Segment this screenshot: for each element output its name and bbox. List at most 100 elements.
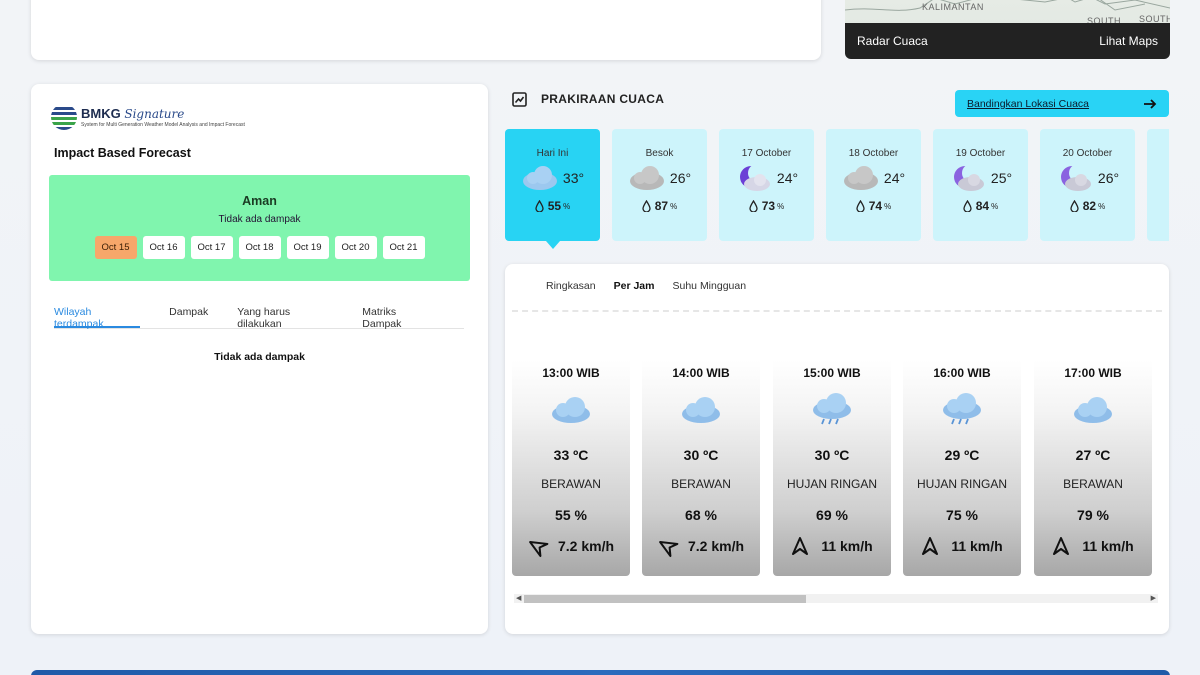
divider bbox=[512, 310, 1162, 312]
hour-card[interactable]: 15:00 WIB 30 ºC HUJAN RINGAN 69 % 11 km/… bbox=[773, 360, 891, 576]
day-humidity: 74 bbox=[868, 199, 883, 213]
top-panel bbox=[31, 0, 821, 60]
cloud-icon bbox=[552, 397, 590, 423]
day-card-today[interactable]: Hari Ini 33° 55% bbox=[505, 129, 600, 249]
day-temp: 25° bbox=[990, 170, 1013, 186]
humidity-unit: % bbox=[670, 201, 678, 211]
arrow-right-icon bbox=[1144, 98, 1157, 109]
hourly-tabs: Ringkasan Per Jam Suhu Mingguan bbox=[546, 280, 764, 292]
day-temp: 24° bbox=[883, 170, 906, 186]
day-card-oct17[interactable]: 17 October 24° 73% bbox=[719, 129, 814, 241]
rain-cloud-icon bbox=[813, 393, 851, 425]
scroll-right-icon[interactable]: ▶ bbox=[1151, 594, 1156, 602]
hour-card[interactable]: 17:00 WIB 27 ºC BERAWAN 79 % 11 km/h bbox=[1034, 360, 1152, 576]
horizontal-scrollbar[interactable]: ◀ ▶ bbox=[514, 594, 1158, 603]
ibf-title: Impact Based Forecast bbox=[54, 146, 191, 160]
day-humidity: 82 bbox=[1082, 199, 1097, 213]
tab-impact-matrix[interactable]: Matriks Dampak bbox=[362, 306, 435, 330]
date-chip-oct20[interactable]: Oct 20 bbox=[334, 236, 377, 259]
cloud-icon bbox=[522, 166, 557, 190]
day-label: 20 October bbox=[1062, 148, 1113, 159]
date-chip-oct18[interactable]: Oct 18 bbox=[238, 236, 281, 259]
day-label: 19 October bbox=[955, 148, 1006, 159]
hour-condition: BERAWAN bbox=[671, 477, 731, 491]
hour-condition: HUJAN RINGAN bbox=[916, 477, 1007, 491]
hour-wind: 7.2 km/h bbox=[687, 538, 745, 554]
hour-condition: BERAWAN bbox=[1063, 477, 1123, 491]
hour-wind: 7.2 km/h bbox=[557, 538, 615, 554]
cloud-icon bbox=[682, 397, 720, 423]
radar-label[interactable]: Radar Cuaca bbox=[857, 34, 928, 48]
day-label: Hari Ini bbox=[536, 148, 569, 159]
day-temp: 26° bbox=[1097, 170, 1120, 186]
radar-map[interactable]: KALIMANTAN SOUTH SOUTH Radar Cuaca Lihat… bbox=[845, 0, 1170, 59]
scroll-left-icon[interactable]: ◀ bbox=[516, 594, 521, 602]
humidity-unit: % bbox=[563, 201, 571, 211]
tab-summary[interactable]: Ringkasan bbox=[546, 280, 596, 292]
humidity-unit: % bbox=[1098, 201, 1106, 211]
hour-condition: BERAWAN bbox=[541, 477, 601, 491]
hour-card[interactable]: 16:00 WIB 29 ºC HUJAN RINGAN 75 % 11 km/… bbox=[903, 360, 1021, 576]
status-subtitle: Tidak ada dampak bbox=[218, 214, 301, 225]
view-maps-link[interactable]: Lihat Maps bbox=[1099, 34, 1158, 48]
date-chip-oct19[interactable]: Oct 19 bbox=[286, 236, 329, 259]
wind-direction-icon bbox=[659, 541, 679, 558]
date-selector: Oct 15 Oct 16 Oct 17 Oct 18 Oct 19 Oct 2… bbox=[49, 236, 470, 259]
moon-cloud-icon bbox=[953, 164, 984, 191]
day-card-oct20[interactable]: 20 October 26° 82% bbox=[1040, 129, 1135, 241]
day-card-tomorrow[interactable]: Besok 26° 87% bbox=[612, 129, 707, 241]
humidity-unit: % bbox=[991, 201, 999, 211]
hour-temp: 33 ºC bbox=[553, 447, 589, 463]
humidity-unit: % bbox=[777, 201, 785, 211]
tab-per-hour[interactable]: Per Jam bbox=[614, 280, 655, 292]
tab-what-to-do[interactable]: Yang harus dilakukan bbox=[237, 306, 333, 330]
hour-temp: 29 ºC bbox=[944, 447, 980, 463]
forecast-title: PRAKIRAAN CUACA bbox=[541, 92, 665, 106]
tab-impact[interactable]: Dampak bbox=[169, 306, 208, 328]
moon-cloud-icon bbox=[1060, 164, 1091, 191]
rain-cloud-icon bbox=[943, 393, 981, 425]
day-card-partial[interactable]: 2 bbox=[1147, 129, 1169, 241]
day-temp: 24° bbox=[776, 170, 799, 186]
day-card-oct19[interactable]: 19 October 25° 84% bbox=[933, 129, 1028, 241]
logo-script: Signature bbox=[124, 107, 185, 121]
hour-card[interactable]: 13:00 WIB 33 ºC BERAWAN 55 % 7.2 km/h bbox=[512, 360, 630, 576]
bmkg-logo: BMKG Signature System for Multi Generati… bbox=[51, 104, 245, 130]
impact-status-box: Aman Tidak ada dampak Oct 15 Oct 16 Oct … bbox=[49, 175, 470, 281]
daily-forecast-strip: Hari Ini 33° 55% Besok 26° 87% 17 Octobe… bbox=[505, 129, 1169, 249]
ibf-tabs: Wilayah terdampak Dampak Yang harus dila… bbox=[54, 306, 464, 330]
tab-weekly-temp[interactable]: Suhu Mingguan bbox=[673, 280, 747, 292]
hour-time: 16:00 WIB bbox=[933, 366, 991, 380]
day-label: Besok bbox=[645, 148, 674, 159]
day-label: 17 October bbox=[741, 148, 792, 159]
scroll-thumb[interactable] bbox=[524, 595, 806, 603]
tab-affected-area[interactable]: Wilayah terdampak bbox=[54, 306, 141, 330]
hour-humidity: 55 % bbox=[555, 507, 587, 523]
day-temp: 33° bbox=[562, 170, 585, 186]
impact-forecast-card: BMKG Signature System for Multi Generati… bbox=[31, 84, 488, 634]
hour-humidity: 69 % bbox=[816, 507, 848, 523]
humidity-drop-icon bbox=[1070, 200, 1079, 212]
day-card-oct18[interactable]: 18 October 24° 74% bbox=[826, 129, 921, 241]
day-label: 18 October bbox=[848, 148, 899, 159]
cloud-grey-icon bbox=[843, 166, 878, 190]
day-temp: 26° bbox=[669, 170, 692, 186]
date-chip-oct16[interactable]: Oct 16 bbox=[142, 236, 185, 259]
humidity-unit: % bbox=[884, 201, 892, 211]
hourly-forecast-card: Ringkasan Per Jam Suhu Mingguan 13:00 WI… bbox=[505, 264, 1169, 634]
hour-time: 15:00 WIB bbox=[803, 366, 861, 380]
hour-humidity: 79 % bbox=[1077, 507, 1109, 523]
hour-humidity: 68 % bbox=[685, 507, 717, 523]
date-chip-oct15[interactable]: Oct 15 bbox=[94, 236, 137, 259]
date-chip-oct21[interactable]: Oct 21 bbox=[382, 236, 425, 259]
hour-card[interactable]: 14:00 WIB 30 ºC BERAWAN 68 % 7.2 km/h bbox=[642, 360, 760, 576]
humidity-drop-icon bbox=[642, 200, 651, 212]
bmkg-logo-icon bbox=[51, 104, 77, 130]
day-humidity: 84 bbox=[975, 199, 990, 213]
humidity-drop-icon bbox=[856, 200, 865, 212]
humidity-drop-icon bbox=[535, 200, 544, 212]
date-chip-oct17[interactable]: Oct 17 bbox=[190, 236, 233, 259]
compare-location-button[interactable]: Bandingkan Lokasi Cuaca bbox=[955, 90, 1169, 117]
logo-brand: BMKG bbox=[81, 106, 121, 121]
hour-time: 14:00 WIB bbox=[672, 366, 730, 380]
